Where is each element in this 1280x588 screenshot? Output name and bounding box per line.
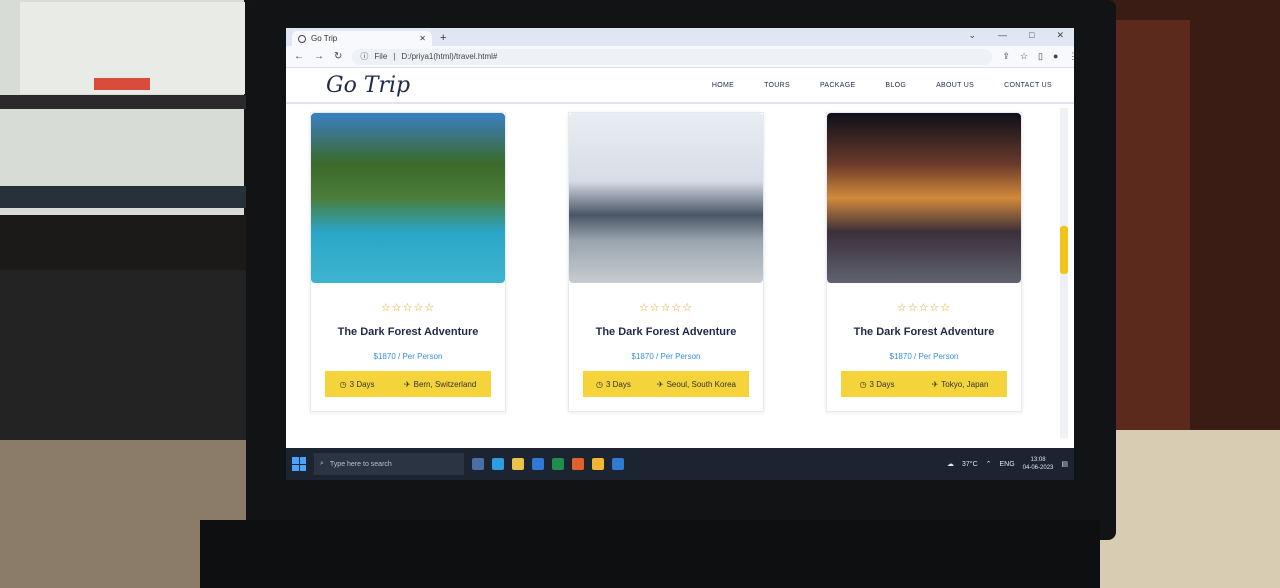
plane-icon: ✈	[931, 379, 939, 389]
nav-package[interactable]: PACKAGE	[820, 82, 855, 89]
vscode-icon[interactable]	[612, 458, 624, 470]
plane-icon: ✈	[656, 379, 664, 389]
nav-contact-us[interactable]: CONTACT US	[1004, 82, 1052, 89]
plane-icon: ✈	[403, 379, 411, 389]
rating-stars: ☆☆☆☆☆	[896, 302, 952, 314]
maximize-icon[interactable]: □	[1029, 30, 1034, 41]
card-title: The Dark Forest Adventure	[337, 326, 479, 338]
tour-card[interactable]: ☆☆☆☆☆ The Dark Forest Adventure $1870 / …	[826, 112, 1022, 412]
card-price: $1870 / Per Person	[373, 352, 443, 361]
minimize-icon[interactable]: —	[998, 30, 1007, 41]
clock-icon: ◷	[339, 379, 347, 389]
background-keyboard	[0, 270, 250, 440]
taskbar-clock[interactable]: 13:08 04-06-2023	[1023, 456, 1054, 472]
laptop-screen: Go Trip ✕ + ⌄ — □ ✕ ← → ↻ ⓘ File | D:/pr…	[286, 28, 1074, 480]
nav-tours[interactable]: TOURS	[764, 82, 790, 89]
address-bar: ← → ↻ ⓘ File | D:/priya1(html)/travel.ht…	[286, 46, 1074, 68]
share-icon[interactable]: ⇪	[1002, 51, 1010, 62]
clock-date: 04-06-2023	[1022, 465, 1054, 471]
edge-icon[interactable]	[492, 458, 504, 470]
card-title: The Dark Forest Adventure	[595, 326, 737, 338]
file-explorer-icon[interactable]	[512, 458, 524, 470]
background-bar	[0, 95, 250, 109]
weather-icon: ☁	[946, 461, 954, 468]
browser-tab[interactable]: Go Trip ✕	[292, 31, 432, 46]
page-scrollbar[interactable]	[1060, 108, 1068, 438]
background-taskbar	[0, 186, 250, 208]
globe-icon	[298, 34, 306, 43]
address-bar-actions: ⇪ ☆ ▯ ● ⋮	[1002, 51, 1074, 62]
background-wall	[1090, 0, 1280, 588]
nav-about-us[interactable]: ABOUT US	[936, 82, 974, 89]
card-info-bar: ◷ 3 Days ✈ Tokyo, Japan	[841, 371, 1007, 397]
taskbar-search-input[interactable]: ⌕ Type here to search	[314, 453, 464, 475]
mail-icon[interactable]	[532, 458, 544, 470]
close-window-icon[interactable]: ✕	[1056, 30, 1064, 41]
tab-title: Go Trip	[311, 34, 338, 43]
search-icon: ⌕	[320, 460, 324, 467]
clock-time: 13:08	[1030, 457, 1046, 463]
system-tray: ☁ 37°C ⌃ ENG 13:08 04-06-2023 ▤	[947, 456, 1068, 472]
card-days: 3 Days	[349, 379, 375, 389]
nav-home[interactable]: HOME	[712, 82, 734, 89]
card-location: Bern, Switzerland	[413, 379, 477, 389]
back-icon[interactable]: ←	[294, 51, 304, 62]
rating-stars: ☆☆☆☆☆	[380, 302, 436, 314]
background-cloth	[1090, 430, 1280, 588]
card-price: $1870 / Per Person	[631, 352, 701, 361]
card-info-bar: ◷ 3 Days ✈ Seoul, South Korea	[583, 371, 749, 397]
sidepanel-icon[interactable]: ▯	[1038, 51, 1043, 62]
site-logo[interactable]: Go Trip	[326, 73, 410, 98]
card-title: The Dark Forest Adventure	[853, 326, 995, 338]
background-monitor	[0, 0, 250, 215]
tokyo-photo	[827, 113, 1021, 283]
scrollbar-thumb[interactable]	[1060, 226, 1068, 274]
close-tab-icon[interactable]: ✕	[419, 34, 426, 43]
clock-icon: ◷	[859, 379, 867, 389]
clock-icon: ◷	[596, 379, 603, 389]
seoul-photo	[569, 113, 763, 283]
chevron-down-icon[interactable]: ⌄	[968, 30, 976, 41]
card-location: Seoul, South Korea	[666, 379, 736, 389]
bern-photo	[311, 113, 505, 283]
tour-cards: ☆☆☆☆☆ The Dark Forest Adventure $1870 / …	[310, 112, 1022, 412]
url-prefix: File	[374, 52, 388, 61]
browser-tabstrip: Go Trip ✕ + ⌄ — □ ✕	[286, 28, 1074, 46]
forward-icon[interactable]: →	[314, 51, 324, 62]
background-red-button	[94, 78, 150, 90]
url-field[interactable]: ⓘ File | D:/priya1(html)/travel.html#	[352, 48, 993, 65]
reload-icon[interactable]: ↻	[334, 51, 342, 62]
window-controls: ⌄ — □ ✕	[968, 30, 1064, 41]
info-icon: ⓘ	[360, 52, 369, 61]
bookmark-star-icon[interactable]: ☆	[1020, 51, 1028, 62]
task-view-icon[interactable]	[472, 458, 484, 470]
nav-blog[interactable]: BLOG	[885, 82, 906, 89]
excel-icon[interactable]	[552, 458, 564, 470]
notifications-icon[interactable]: ▤	[1061, 460, 1068, 468]
tray-chevron-icon[interactable]: ⌃	[986, 460, 992, 468]
laptop-base	[200, 520, 1100, 588]
menu-kebab-icon[interactable]: ⋮	[1068, 51, 1074, 62]
firefox-icon[interactable]	[572, 458, 584, 470]
card-days: 3 Days	[869, 379, 895, 389]
tour-card[interactable]: ☆☆☆☆☆ The Dark Forest Adventure $1870 / …	[568, 112, 764, 412]
windows-taskbar: ⌕ Type here to search ☁ 37°C ⌃ ENG 13:08…	[286, 448, 1074, 480]
search-placeholder: Type here to search	[329, 460, 392, 468]
rating-stars: ☆☆☆☆☆	[638, 302, 694, 314]
profile-icon[interactable]: ●	[1053, 51, 1058, 62]
new-tab-button[interactable]: +	[440, 31, 446, 46]
url-text: D:/priya1(html)/travel.html#	[401, 52, 498, 61]
site-header: Go Trip HOME TOURS PACKAGE BLOG ABOUT US…	[286, 68, 1074, 104]
language-indicator[interactable]: ENG	[1000, 461, 1015, 468]
tour-card[interactable]: ☆☆☆☆☆ The Dark Forest Adventure $1870 / …	[310, 112, 506, 412]
website: Go Trip HOME TOURS PACKAGE BLOG ABOUT US…	[286, 68, 1074, 448]
chrome-icon[interactable]	[592, 458, 604, 470]
weather-temp[interactable]: 37°C	[962, 461, 978, 468]
windows-start-icon[interactable]	[292, 457, 306, 471]
site-nav: HOME TOURS PACKAGE BLOG ABOUT US CONTACT…	[712, 82, 1052, 89]
card-location: Tokyo, Japan	[941, 379, 989, 389]
card-days: 3 Days	[605, 379, 631, 389]
card-info-bar: ◷ 3 Days ✈ Bern, Switzerland	[325, 371, 491, 397]
card-price: $1870 / Per Person	[889, 352, 959, 361]
